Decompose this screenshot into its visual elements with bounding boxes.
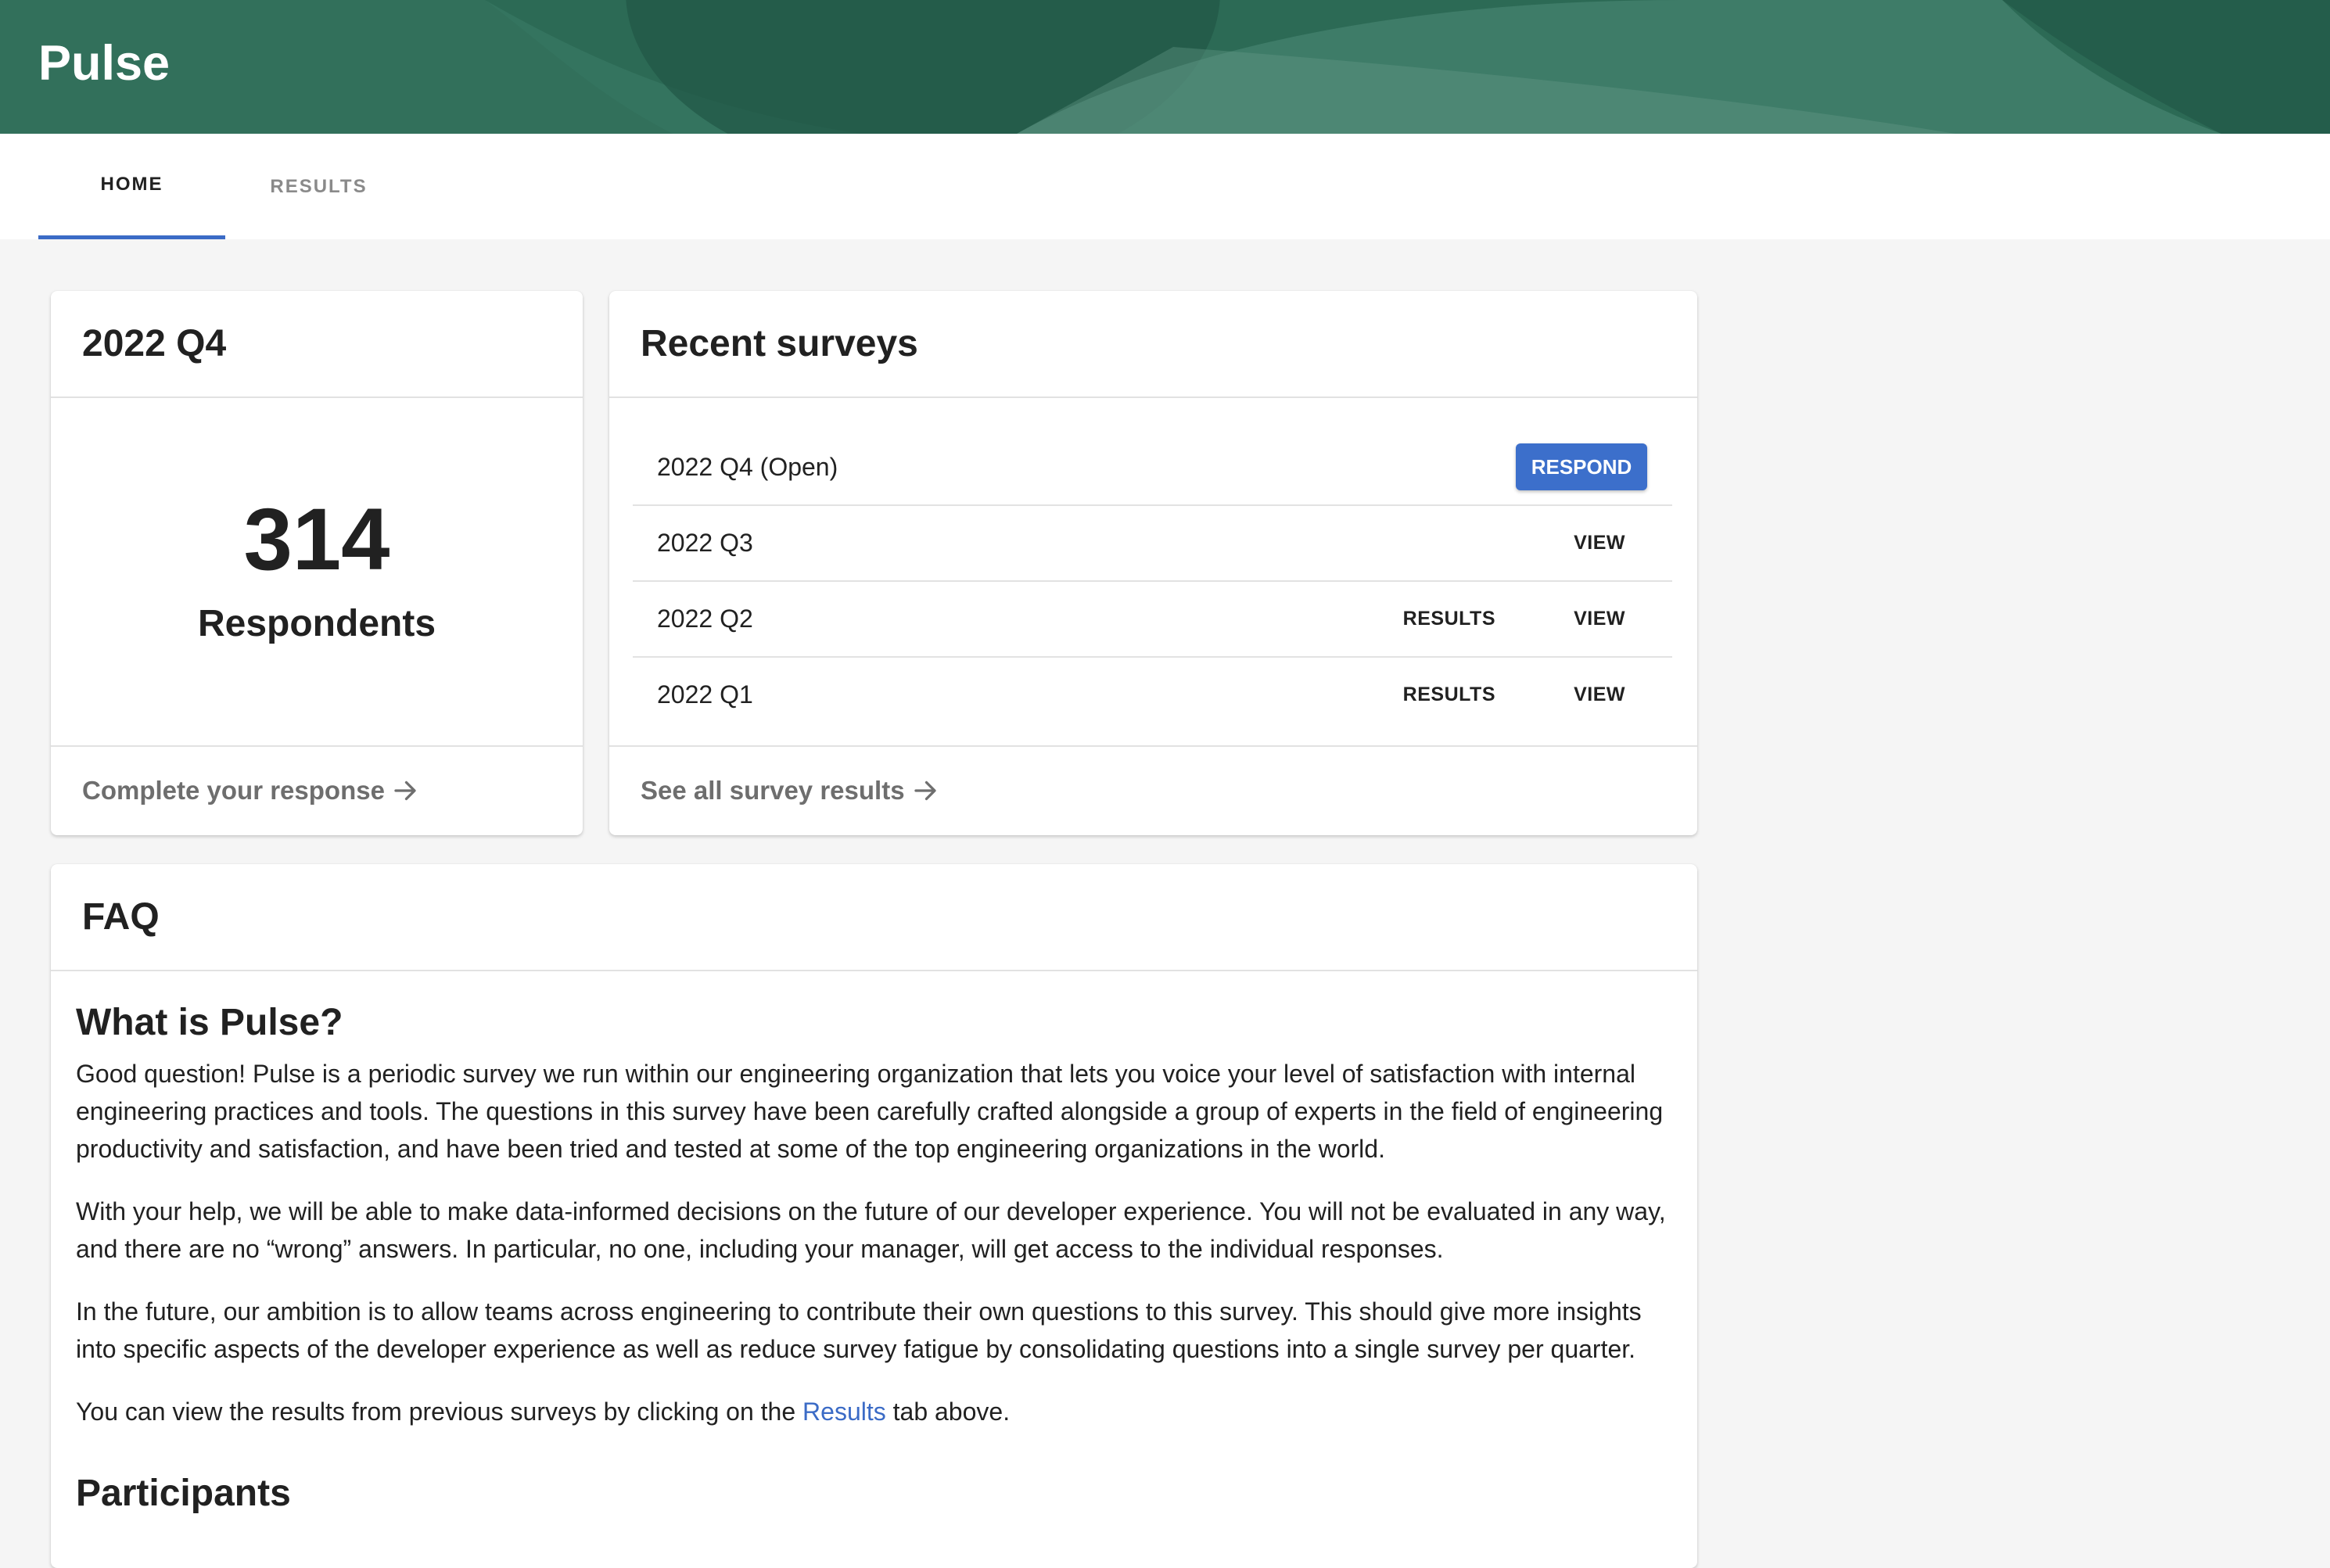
view-button[interactable]: VIEW [1574,582,1625,656]
faq-text: tab above. [885,1398,1011,1426]
view-button[interactable]: VIEW [1574,506,1625,580]
results-button[interactable]: RESULTS [1403,658,1495,732]
divider [609,396,1697,398]
card-title: FAQ [82,896,160,938]
see-all-results-link[interactable]: See all survey results [641,746,939,835]
faq-paragraph-results-hint: You can view the results from previous s… [76,1393,1666,1430]
faq-heading-participants: Participants [76,1473,291,1515]
respondents-label: Respondents [197,603,436,644]
faq-paragraph: In the future, our ambition is to allow … [76,1297,1642,1364]
faq-paragraph: Good question! Pulse is a periodic surve… [76,1060,1664,1164]
recent-surveys-card: Recent surveys 2022 Q4 (Open) RESPOND 20… [609,291,1697,835]
header-background-decoration [0,0,2330,134]
survey-list: 2022 Q4 (Open) RESPOND 2022 Q3 VIEW 2022… [633,430,1672,732]
survey-row-2022-q4: 2022 Q4 (Open) RESPOND [633,430,1672,506]
faq-text: You can view the results from previous s… [76,1398,803,1426]
faq-body: What is Pulse? Good question! Pulse is a… [76,999,1666,1527]
card-title: 2022 Q4 [82,323,227,364]
view-button[interactable]: VIEW [1574,658,1625,732]
results-button[interactable]: RESULTS [1403,582,1495,656]
divider [51,396,583,398]
survey-name: 2022 Q3 [657,529,753,557]
respondents-count: 314 [243,490,390,588]
arrow-right-icon [394,780,416,801]
app-title: Pulse [38,36,171,91]
survey-row-2022-q1: 2022 Q1 RESULTS VIEW [633,658,1672,732]
arrow-right-icon [914,780,936,801]
respond-button[interactable]: RESPOND [1516,443,1647,490]
survey-name: 2022 Q1 [657,680,753,709]
faq-card: FAQ What is Pulse? Good question! Pulse … [51,864,1697,1568]
card-title: Recent surveys [641,323,918,364]
tab-home[interactable]: HOME [38,134,225,239]
see-all-results-label: See all survey results [641,776,905,805]
divider [51,970,1697,971]
faq-heading-what-is-pulse: What is Pulse? [76,1002,343,1043]
faq-paragraph: With your help, we will be able to make … [76,1197,1666,1264]
complete-response-link[interactable]: Complete your response [82,746,419,835]
app-header: Pulse [0,0,2330,134]
survey-row-2022-q2: 2022 Q2 RESULTS VIEW [633,582,1672,658]
survey-name: 2022 Q2 [657,605,753,633]
survey-name: 2022 Q4 (Open) [657,453,838,481]
tab-results[interactable]: RESULTS [225,134,412,239]
results-link[interactable]: Results [802,1398,886,1426]
survey-row-2022-q3: 2022 Q3 VIEW [633,506,1672,582]
complete-response-label: Complete your response [82,776,385,805]
tab-bar: HOME RESULTS [0,134,2330,239]
current-survey-card: 2022 Q4 314 Respondents Complete your re… [51,291,583,835]
